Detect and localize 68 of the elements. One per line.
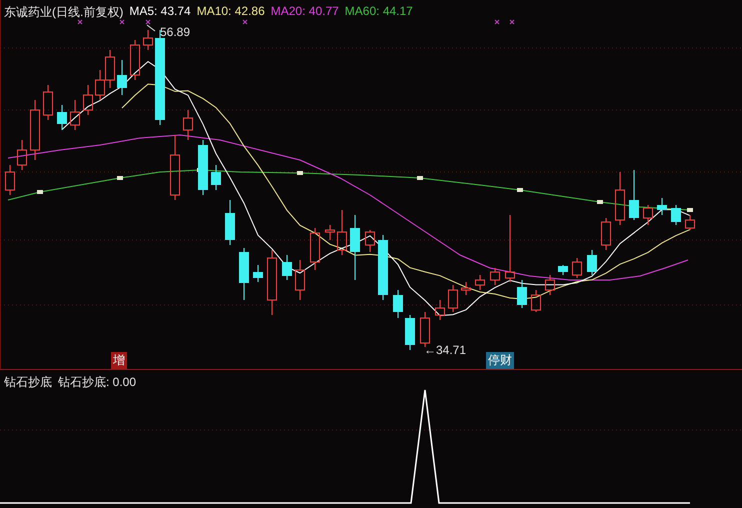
candlestick	[130, 40, 140, 80]
candlestick	[170, 134, 180, 200]
candlestick	[57, 104, 67, 130]
candlestick	[378, 234, 388, 300]
candlestick	[405, 314, 415, 350]
candlestick	[183, 110, 193, 140]
candlestick	[461, 282, 471, 296]
candlestick	[239, 248, 249, 300]
cross-mark-icon	[120, 20, 124, 24]
candlestick	[350, 214, 360, 280]
candlestick	[365, 230, 375, 252]
candlestick	[558, 264, 568, 276]
candlestick	[643, 204, 653, 226]
candlestick	[5, 164, 15, 196]
indicator-name: 钻石抄底	[4, 374, 52, 391]
moving-average-reading: MA10: 42.86	[196, 4, 265, 20]
candlestick	[198, 140, 208, 196]
candlestick	[310, 228, 320, 270]
cross-mark-icon	[78, 20, 82, 24]
candlestick	[30, 100, 40, 160]
moving-average-reading: MA60: 44.17	[344, 4, 413, 20]
candlestick	[601, 218, 611, 250]
candlestick	[490, 268, 500, 286]
candlestick	[475, 274, 485, 290]
candlestick	[337, 210, 347, 256]
stock-title: 东诚药业(日线.前复权)	[4, 4, 124, 21]
candlestick	[325, 224, 335, 240]
candlestick	[43, 84, 53, 120]
candlestick	[505, 214, 515, 282]
high-price-label: 56.89	[160, 25, 190, 39]
candlestick	[572, 258, 582, 278]
candlestick	[393, 290, 403, 318]
cross-mark-icon	[510, 20, 514, 24]
event-marker: 增	[111, 352, 127, 369]
candlestick	[531, 290, 541, 312]
candlestick	[253, 264, 263, 282]
candlestick	[420, 312, 430, 348]
candlestick	[448, 284, 458, 312]
low-price-label: ←34.71	[424, 343, 466, 357]
candlestick	[615, 172, 625, 226]
leader-line	[146, 24, 156, 32]
candlestick	[587, 250, 597, 276]
candlestick	[211, 164, 221, 190]
candlestick	[225, 200, 235, 246]
cross-mark-icon	[146, 20, 150, 24]
candlestick	[295, 260, 305, 300]
candlestick	[143, 30, 153, 50]
cross-mark-icon	[494, 20, 500, 24]
candlestick	[517, 280, 527, 308]
candlestick	[117, 60, 127, 96]
candlestick	[282, 254, 292, 280]
candlestick	[685, 214, 695, 230]
candlestick	[435, 300, 445, 320]
moving-average-reading: MA5: 43.74	[129, 4, 191, 20]
candlestick	[17, 140, 27, 170]
candlestick	[105, 50, 115, 88]
candlestick	[657, 198, 667, 216]
candlestick	[629, 170, 639, 220]
candlestick	[95, 70, 105, 100]
cross-mark-icon	[242, 20, 248, 24]
candlestick	[267, 250, 277, 316]
moving-average-reading: MA20: 40.77	[270, 4, 339, 20]
candlestick	[545, 274, 555, 296]
event-marker: 停财	[486, 352, 514, 369]
candlestick	[83, 84, 93, 116]
candlestick	[671, 204, 681, 226]
indicator-reading: 钻石抄底: 0.00	[58, 374, 136, 391]
candlestick	[70, 100, 80, 130]
